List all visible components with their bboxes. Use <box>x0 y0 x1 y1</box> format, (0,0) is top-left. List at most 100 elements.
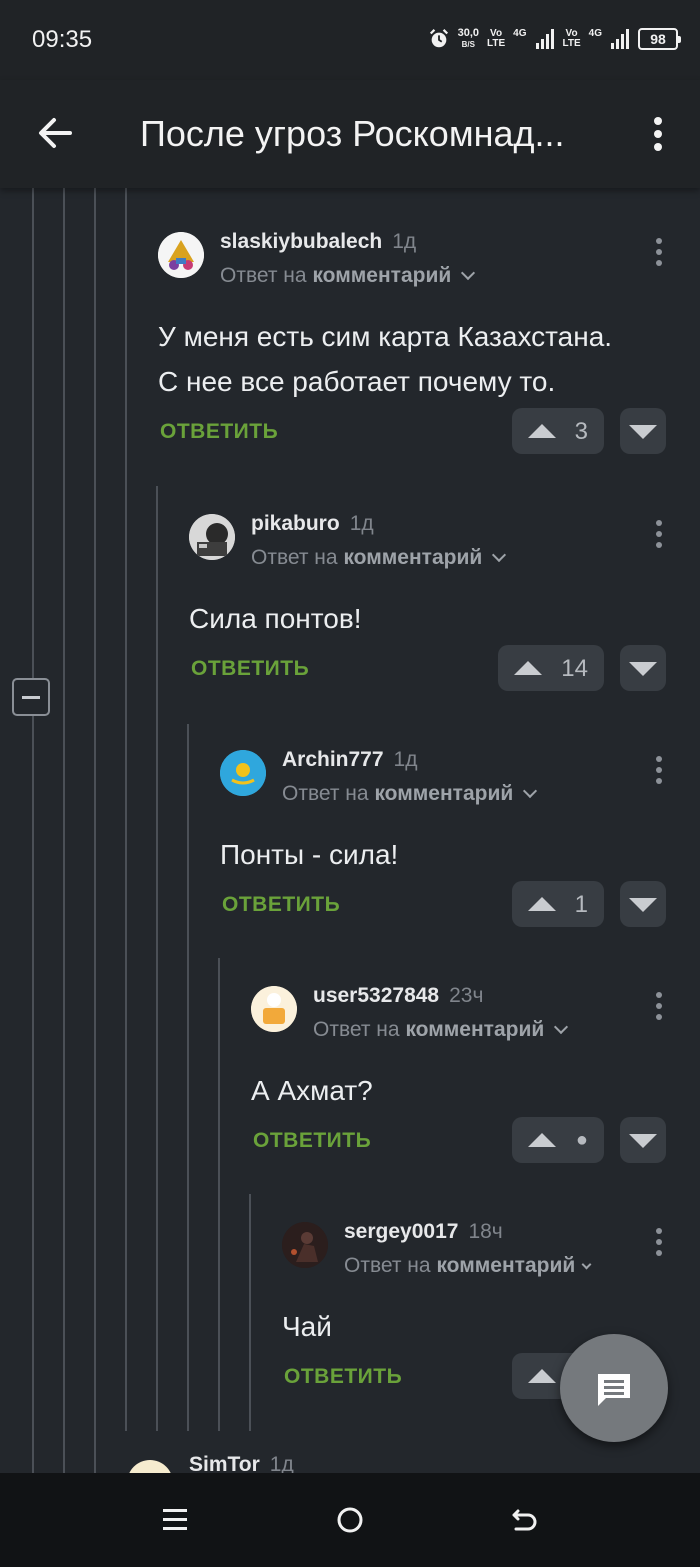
reply-prefix: Ответ на <box>344 1254 431 1277</box>
sim1-volte: Vo LTE <box>487 29 505 49</box>
reply-button[interactable]: ОТВЕТИТЬ <box>253 1129 371 1153</box>
arrow-down-icon <box>629 662 657 676</box>
more-vertical-icon[interactable] <box>653 520 665 554</box>
signal-icon <box>535 29 554 49</box>
system-nav-bar <box>0 1473 700 1567</box>
thread-line <box>94 188 96 1473</box>
comment-text: Чай <box>282 1304 332 1349</box>
reply-prefix: Ответ на <box>282 782 369 805</box>
comment-author[interactable]: sergey0017 18ч <box>344 1220 503 1244</box>
comment-time: 1д <box>349 512 374 535</box>
vote-down-button[interactable] <box>620 881 666 927</box>
return-icon[interactable] <box>510 1505 540 1535</box>
reply-target[interactable]: комментарий <box>312 264 451 287</box>
avatar[interactable] <box>282 1222 328 1268</box>
reply-prefix: Ответ на <box>251 546 338 569</box>
speed-value: 30,0 <box>457 27 479 39</box>
comment-text: Понты - сила! <box>220 832 398 877</box>
vote-count: ● <box>575 1129 588 1151</box>
comment-text: Сила понтов! <box>189 596 361 641</box>
reply-to[interactable]: Ответ на комментарий <box>313 1018 569 1042</box>
avatar[interactable] <box>158 232 204 278</box>
vote-up-button[interactable]: 14 <box>498 645 604 691</box>
reply-target[interactable]: комментарий <box>405 1018 544 1041</box>
username[interactable]: user5327848 <box>313 984 439 1007</box>
reply-button[interactable]: ОТВЕТИТЬ <box>160 420 278 444</box>
comment-author[interactable]: user5327848 23ч <box>313 984 483 1008</box>
comment-author[interactable]: pikaburo 1д <box>251 512 374 536</box>
comment: pikaburo 1д Ответ на комментарий Сила пон… <box>189 512 678 694</box>
battery-icon: 98 <box>638 28 681 50</box>
more-vertical-icon[interactable] <box>653 1228 665 1262</box>
reply-to[interactable]: Ответ на комментарий <box>220 264 476 288</box>
reply-to[interactable]: Ответ на комментарий <box>344 1254 592 1278</box>
comment: Archin777 1д Ответ на комментарий Понты -… <box>220 748 678 930</box>
vote-up-button[interactable]: 1 <box>512 881 604 927</box>
username[interactable]: slaskiybubalech <box>220 230 382 253</box>
app-header: После угроз Роскомнад... <box>0 80 700 188</box>
more-vertical-icon[interactable] <box>653 756 665 790</box>
comment-author[interactable]: slaskiybubalech 1д <box>220 230 416 254</box>
reply-button[interactable]: ОТВЕТИТЬ <box>191 657 309 681</box>
comment-text: А Ахмат? <box>251 1068 373 1113</box>
avatar-image <box>158 232 204 278</box>
thread-line <box>156 486 158 1431</box>
page-title: После угроз Роскомнад... <box>140 113 565 154</box>
write-comment-button[interactable] <box>560 1334 668 1442</box>
status-time: 09:35 <box>32 26 93 53</box>
more-vertical-icon[interactable] <box>653 992 665 1026</box>
avatar-image <box>251 986 297 1032</box>
avatar-image <box>220 750 266 796</box>
reply-to[interactable]: Ответ на комментарий <box>282 782 538 806</box>
arrow-down-icon <box>629 898 657 912</box>
reply-target[interactable]: комментарий <box>374 782 513 805</box>
more-vertical-icon[interactable] <box>653 238 665 272</box>
comment-text-line: А Ахмат? <box>251 1075 373 1106</box>
comment: SimTor 1д <box>127 1453 678 1506</box>
username[interactable]: Archin777 <box>282 748 384 771</box>
comment: slaskiybubalech 1д Ответ на комментарий У… <box>158 230 678 462</box>
avatar[interactable] <box>251 986 297 1032</box>
thread-line <box>63 188 65 1473</box>
username[interactable]: sergey0017 <box>344 1220 458 1243</box>
chevron-down-icon[interactable] <box>554 1019 569 1035</box>
vote-down-button[interactable] <box>620 1117 666 1163</box>
more-vertical-icon[interactable] <box>646 116 670 152</box>
comment-author[interactable]: Archin777 1д <box>282 748 417 772</box>
chevron-down-icon[interactable] <box>523 783 538 799</box>
collapse-thread-button[interactable] <box>12 678 50 716</box>
avatar[interactable] <box>189 514 235 560</box>
reply-target[interactable]: комментарий <box>343 546 482 569</box>
home-circle-icon[interactable] <box>335 1505 365 1535</box>
reply-target[interactable]: комментарий <box>436 1254 575 1277</box>
chevron-down-icon[interactable] <box>461 265 476 281</box>
arrow-up-icon <box>528 897 556 911</box>
thread-line <box>32 188 34 1473</box>
reply-to[interactable]: Ответ на комментарий <box>251 546 507 570</box>
vote-count: 14 <box>561 655 588 682</box>
vote-down-button[interactable] <box>620 645 666 691</box>
chevron-down-icon[interactable] <box>492 547 507 563</box>
sim2-volte: Vo LTE <box>563 29 581 49</box>
comment-text-line: Чай <box>282 1311 332 1342</box>
back-arrow-icon[interactable] <box>36 114 74 152</box>
menu-icon[interactable] <box>160 1505 190 1535</box>
signal-icon <box>611 29 629 49</box>
vote-down-button[interactable] <box>620 408 666 454</box>
comment-time: 23ч <box>449 984 484 1007</box>
avatar[interactable] <box>220 750 266 796</box>
comment-text-line: У меня есть сим карта Казахстана. <box>158 321 613 352</box>
reply-button[interactable]: ОТВЕТИТЬ <box>284 1365 402 1389</box>
arrow-up-icon <box>514 661 542 675</box>
vote-up-button[interactable]: ● <box>512 1117 604 1163</box>
username[interactable]: pikaburo <box>251 512 340 535</box>
arrow-down-icon <box>629 425 657 439</box>
arrow-down-icon <box>629 1134 657 1148</box>
arrow-up-icon <box>528 424 556 438</box>
thread-line <box>187 724 189 1431</box>
reply-button[interactable]: ОТВЕТИТЬ <box>222 893 340 917</box>
comment-text-line: Сила понтов! <box>189 603 362 634</box>
vote-up-button[interactable]: 3 <box>512 408 604 454</box>
comment-icon <box>598 1374 630 1406</box>
chevron-down-icon[interactable] <box>581 1259 592 1270</box>
